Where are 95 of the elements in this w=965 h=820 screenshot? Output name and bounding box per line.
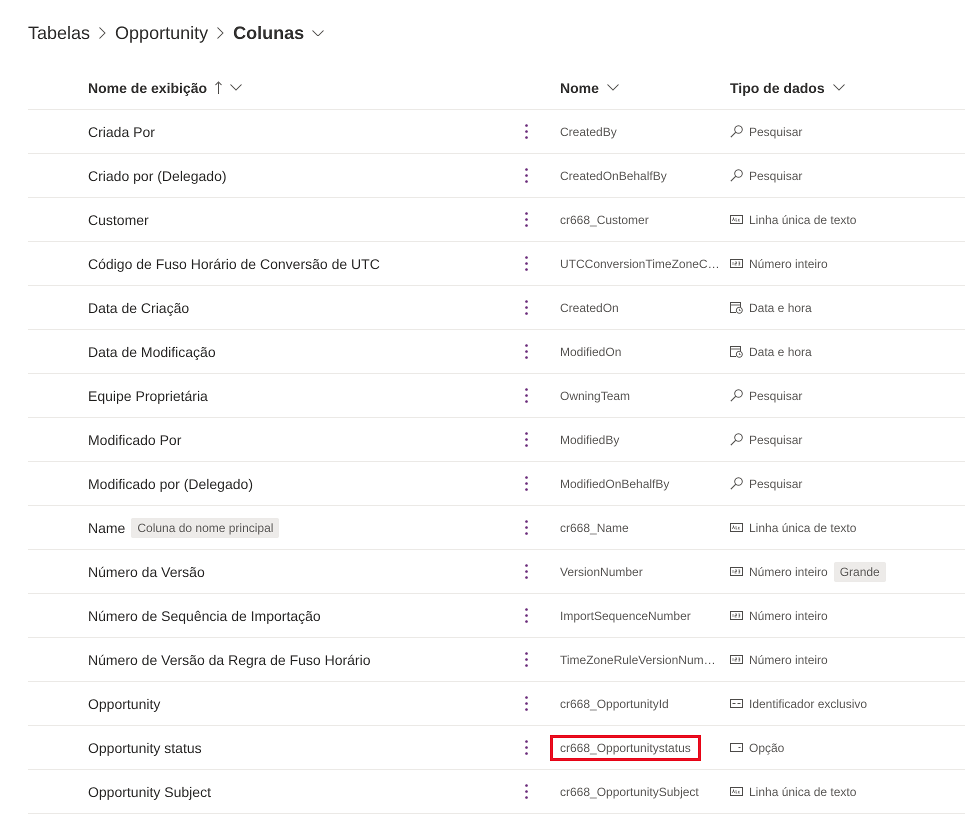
sort-ascending-icon bbox=[215, 81, 222, 94]
column-display-name: Número de Versão da Regra de Fuso Horário bbox=[88, 652, 370, 668]
more-vertical-icon bbox=[524, 520, 528, 535]
search-icon bbox=[730, 433, 743, 446]
chevron-down-icon bbox=[606, 84, 619, 91]
more-vertical-icon bbox=[524, 300, 528, 315]
column-display-name: Customer bbox=[88, 212, 149, 228]
number-field-icon bbox=[730, 257, 743, 270]
more-vertical-icon bbox=[524, 696, 528, 711]
column-logical-name: CreatedOn bbox=[560, 300, 619, 314]
data-type-label: Pesquisar bbox=[749, 432, 802, 446]
column-display-name: Número da Versão bbox=[88, 564, 205, 580]
more-vertical-icon bbox=[524, 564, 528, 579]
column-header[interactable]: Nome de exibição bbox=[88, 80, 242, 96]
chevron-down-icon bbox=[312, 30, 324, 36]
column-logical-name: cr668_Customer bbox=[560, 212, 649, 226]
column-logical-name: ImportSequenceNumber bbox=[560, 608, 691, 622]
search-icon bbox=[730, 389, 743, 402]
dashed-box-icon bbox=[730, 697, 743, 710]
data-type-label: Pesquisar bbox=[749, 388, 802, 402]
breadcrumb-link[interactable]: Opportunity bbox=[115, 22, 208, 44]
more-vertical-icon bbox=[524, 476, 528, 491]
column-header[interactable]: Tipo de dados bbox=[730, 80, 845, 96]
data-type-label: Linha única de texto bbox=[749, 212, 856, 226]
column-display-name: Criado por (Delegado) bbox=[88, 168, 227, 184]
column-logical-name: ModifiedOnBehalfBy bbox=[560, 476, 670, 490]
data-type-label: Data e hora bbox=[749, 344, 812, 358]
data-type-label: Linha única de texto bbox=[749, 520, 856, 534]
column-display-name: Data de Criação bbox=[88, 300, 190, 316]
more-vertical-icon bbox=[524, 652, 528, 667]
column-logical-name: cr668_OpportunitySubject bbox=[560, 784, 699, 798]
data-type-label: Número inteiro bbox=[749, 652, 828, 666]
column-logical-name: cr668_Name bbox=[560, 520, 629, 534]
column-display-name: Name bbox=[88, 520, 126, 536]
data-type-label: Número inteiro bbox=[749, 256, 828, 270]
number-field-icon bbox=[730, 609, 743, 622]
data-type-label: Identificador exclusivo bbox=[749, 696, 868, 710]
column-display-name: Modificado por (Delegado) bbox=[88, 476, 253, 492]
data-type-label: Data e hora bbox=[749, 300, 812, 314]
breadcrumb-link[interactable]: Tabelas bbox=[28, 22, 90, 44]
data-type-label: Número inteiro bbox=[749, 608, 828, 622]
column-logical-name: CreatedBy bbox=[560, 124, 617, 138]
dropdown-box-icon bbox=[730, 741, 743, 754]
column-logical-name: UTCConversionTimeZoneC… bbox=[560, 256, 720, 270]
more-vertical-icon bbox=[524, 432, 528, 447]
column-display-name: Opportunity status bbox=[88, 740, 202, 756]
text-field-icon bbox=[730, 785, 743, 798]
chevron-right-icon bbox=[217, 27, 224, 39]
data-type-label: Pesquisar bbox=[749, 476, 802, 490]
column-logical-name: VersionNumber bbox=[560, 564, 643, 578]
number-field-icon bbox=[730, 653, 743, 666]
size-tag: Grande bbox=[834, 562, 886, 582]
more-vertical-icon bbox=[524, 344, 528, 359]
chevron-down-icon bbox=[832, 84, 845, 91]
search-icon bbox=[730, 477, 743, 490]
column-display-name: Opportunity Subject bbox=[88, 784, 211, 800]
data-type-label: Linha única de texto bbox=[749, 784, 856, 798]
chevron-down-icon bbox=[230, 84, 242, 91]
more-vertical-icon bbox=[524, 784, 528, 799]
column-header[interactable]: Nome bbox=[560, 80, 619, 96]
column-logical-name: TimeZoneRuleVersionNum… bbox=[560, 652, 716, 666]
more-vertical-icon bbox=[524, 740, 528, 755]
data-type-label: Opção bbox=[749, 740, 784, 754]
column-display-name: Número de Sequência de Importação bbox=[88, 608, 321, 624]
breadcrumb-current[interactable]: Colunas bbox=[233, 22, 324, 44]
calendar-clock-icon bbox=[730, 301, 743, 314]
search-icon bbox=[730, 125, 743, 138]
more-vertical-icon bbox=[524, 212, 528, 227]
number-field-icon bbox=[730, 565, 743, 578]
data-type-label: Pesquisar bbox=[749, 168, 802, 182]
column-logical-name: OwningTeam bbox=[560, 388, 630, 402]
more-vertical-icon bbox=[524, 388, 528, 403]
column-display-name: Opportunity bbox=[88, 696, 160, 712]
text-field-icon bbox=[730, 213, 743, 226]
more-vertical-icon bbox=[524, 168, 528, 183]
more-vertical-icon bbox=[524, 608, 528, 623]
calendar-clock-icon bbox=[730, 345, 743, 358]
search-icon bbox=[730, 169, 743, 182]
column-display-name: Equipe Proprietária bbox=[88, 388, 208, 404]
data-type-label: Número inteiro bbox=[749, 564, 828, 578]
more-vertical-icon bbox=[524, 256, 528, 271]
column-display-name: Modificado Por bbox=[88, 432, 182, 448]
highlighted-logical-name: cr668_Opportunitystatus bbox=[550, 734, 701, 760]
column-logical-name: ModifiedOn bbox=[560, 344, 622, 358]
primary-name-tag: Coluna do nome principal bbox=[131, 518, 280, 538]
text-field-icon bbox=[730, 521, 743, 534]
column-logical-name: ModifiedBy bbox=[560, 432, 620, 446]
chevron-right-icon bbox=[99, 27, 106, 39]
more-vertical-icon bbox=[524, 124, 528, 139]
column-logical-name: CreatedOnBehalfBy bbox=[560, 168, 667, 182]
data-type-label: Pesquisar bbox=[749, 124, 802, 138]
column-display-name: Código de Fuso Horário de Conversão de UTC bbox=[88, 256, 380, 272]
column-display-name: Criada Por bbox=[88, 124, 155, 140]
column-display-name: Data de Modificação bbox=[88, 344, 216, 360]
column-logical-name: cr668_OpportunityId bbox=[560, 696, 669, 710]
